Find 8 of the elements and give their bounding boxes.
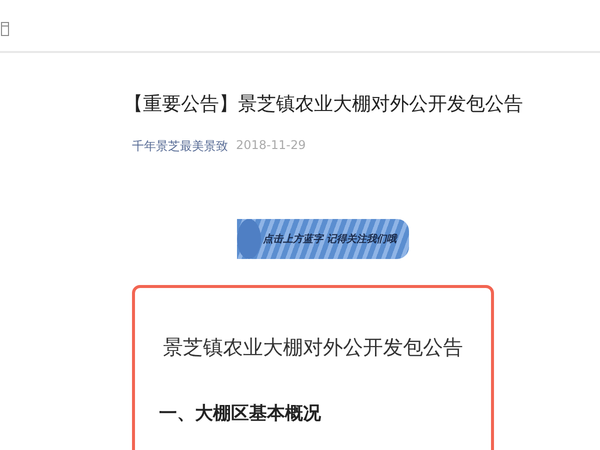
document-icon[interactable] (1, 22, 9, 36)
card-title: 景芝镇农业大棚对外公开发包公告 (162, 334, 464, 361)
article-title: 【重要公告】景芝镇农业大棚对外公开发包公告 (124, 92, 524, 117)
banner-end-cap (237, 218, 261, 259)
author-link[interactable]: 千年景芝最美景致 (132, 138, 228, 155)
publish-date: 2018-11-29 (236, 138, 306, 154)
section-heading: 一、大棚区基本概况 (159, 402, 322, 425)
banner-text: 点击上方蓝字 记得关注我们哦 (263, 232, 396, 246)
